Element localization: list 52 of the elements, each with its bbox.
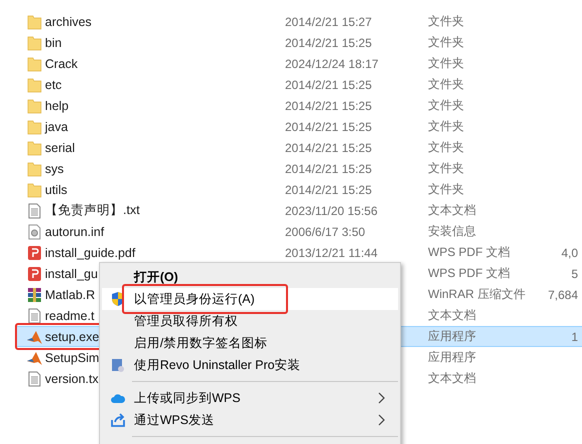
file-name: 【免责声明】.txt: [45, 202, 140, 219]
file-date: 2024/12/24 18:17: [285, 56, 378, 70]
file-type: WPS PDF 文档: [428, 265, 510, 282]
file-size: 1: [571, 330, 579, 344]
file-type: 文本文档: [428, 370, 476, 387]
file-date: 2023/11/20 15:56: [285, 204, 378, 218]
file-date: 2014/2/21 15:25: [285, 78, 372, 92]
file-name: Matlab.R: [45, 288, 96, 302]
file-date: 2014/2/21 15:25: [285, 36, 372, 50]
file-date: 2014/2/21 15:25: [285, 98, 372, 112]
file-name: autorun.inf: [45, 224, 104, 238]
file-type: 文件夹: [428, 55, 464, 72]
file-date: 2014/2/21 15:25: [285, 162, 372, 176]
file-name: version.tx: [45, 372, 98, 386]
file-type: 文本文档: [428, 307, 476, 324]
file-size: 7,684: [548, 288, 579, 302]
file-type: 文件夹: [428, 76, 464, 93]
file-type: 安装信息: [428, 223, 476, 240]
file-type: 文件夹: [428, 139, 464, 156]
file-name: utils: [45, 182, 68, 196]
file-date: 2014/2/21 15:25: [285, 182, 372, 196]
file-date: 2006/6/17 3:50: [285, 224, 366, 238]
file-date: 2014/2/21 15:25: [285, 120, 372, 134]
file-type: 文件夹: [428, 160, 464, 177]
file-name: readme.t: [45, 308, 94, 322]
file-name: setup.exe: [45, 330, 100, 344]
file-name: install_guide.pdf: [45, 246, 136, 260]
file-type: 文件夹: [428, 34, 464, 51]
file-type: 文件夹: [428, 97, 464, 114]
file-name: install_gu: [45, 266, 98, 280]
file-type: 文件夹: [428, 118, 464, 135]
file-name: help: [45, 98, 69, 112]
file-date: 2014/2/21 15:25: [285, 140, 372, 154]
file-type: WPS PDF 文档: [428, 244, 510, 261]
file-name: sys: [45, 162, 64, 176]
file-type: 文本文档: [428, 202, 476, 219]
file-date: 2014/2/21 15:27: [285, 14, 372, 28]
file-name: serial: [45, 140, 75, 154]
file-type: WinRAR 压缩文件: [428, 286, 526, 303]
file-size: 4,0: [561, 246, 579, 260]
file-name: bin: [45, 36, 62, 50]
file-name: archives: [45, 14, 92, 28]
file-size: 5: [571, 266, 579, 280]
file-name: Crack: [45, 56, 78, 70]
file-date: 2013/12/21 11:44: [285, 246, 378, 260]
file-type: 应用程序: [428, 349, 476, 366]
file-type: 应用程序: [428, 328, 476, 345]
file-type: 文件夹: [428, 181, 464, 198]
file-name: java: [45, 120, 68, 134]
file-type: 文件夹: [428, 13, 464, 30]
file-name: SetupSim: [45, 350, 100, 364]
file-name: etc: [45, 78, 62, 92]
